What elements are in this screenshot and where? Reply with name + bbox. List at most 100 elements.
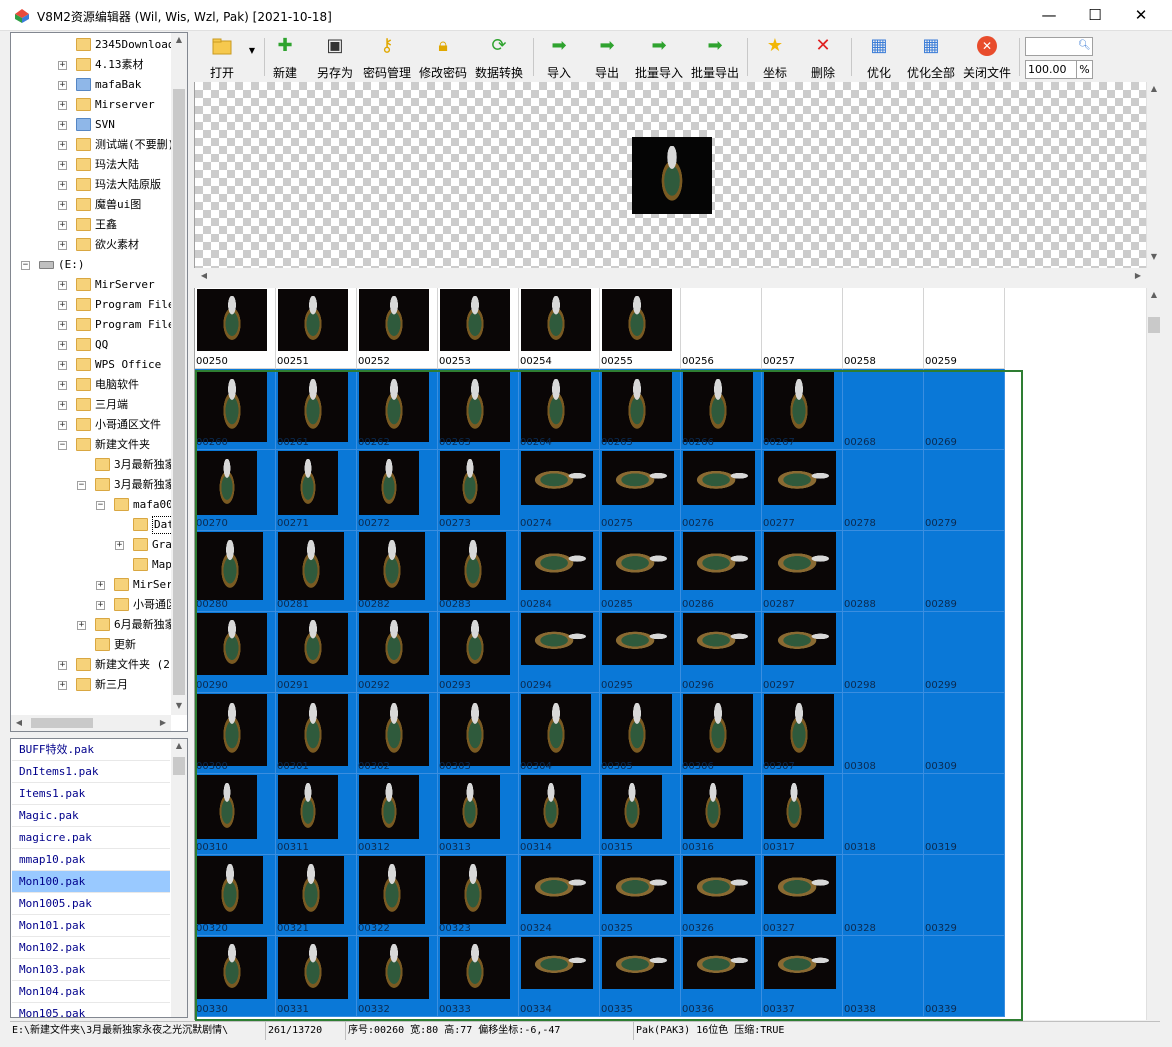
- image-thumbnail-cell[interactable]: 00294: [519, 612, 600, 693]
- minimize-button[interactable]: —: [1026, 0, 1072, 31]
- password-manage-button[interactable]: ⚷ 密码管理: [361, 32, 413, 81]
- image-thumbnail-cell[interactable]: 00284: [519, 531, 600, 612]
- tree-item[interactable]: 更新: [11, 635, 171, 655]
- image-thumbnail-cell[interactable]: 00313: [438, 774, 519, 855]
- expand-icon[interactable]: +: [58, 121, 67, 130]
- image-grid[interactable]: 00250 00251 00252 00253 00254 00255 00256 00257…: [194, 288, 1146, 1020]
- image-thumbnail-cell[interactable]: 00298: [843, 612, 924, 693]
- tree-item[interactable]: + 小哥通区文件: [11, 415, 171, 435]
- tree-item[interactable]: − 3月最新独家永: [11, 475, 171, 495]
- new-button[interactable]: ✚ 新建: [268, 32, 302, 81]
- tree-item[interactable]: + SVN: [11, 115, 171, 135]
- image-thumbnail-cell[interactable]: 00295: [600, 612, 681, 693]
- file-list-item[interactable]: Items1.pak: [12, 783, 170, 805]
- expand-icon[interactable]: +: [96, 581, 105, 590]
- tree-item[interactable]: + 魔兽ui图: [11, 195, 171, 215]
- data-convert-button[interactable]: ⟳ 数据转换: [473, 32, 525, 81]
- coordinates-button[interactable]: ★ 坐标: [760, 32, 790, 81]
- collapse-icon[interactable]: −: [96, 501, 105, 510]
- tree-vertical-scrollbar[interactable]: ▲ ▼: [171, 33, 187, 715]
- expand-icon[interactable]: +: [58, 421, 67, 430]
- expand-icon[interactable]: +: [58, 681, 67, 690]
- image-thumbnail-cell[interactable]: 00334: [519, 936, 600, 1017]
- scroll-up-icon[interactable]: ▲: [171, 741, 187, 750]
- image-thumbnail-cell[interactable]: 00281: [276, 531, 357, 612]
- file-list-item[interactable]: Mon102.pak: [12, 937, 170, 959]
- image-thumbnail-cell[interactable]: 00296: [681, 612, 762, 693]
- file-list-item[interactable]: DnItems1.pak: [12, 761, 170, 783]
- file-list-item[interactable]: Mon100.pak: [12, 871, 170, 893]
- tree-item[interactable]: +6月最新独家暗: [11, 615, 171, 635]
- delete-button[interactable]: ✕ 删除: [808, 32, 838, 81]
- image-thumbnail-cell[interactable]: 00289: [924, 531, 1005, 612]
- image-thumbnail-cell[interactable]: 00252: [357, 288, 438, 369]
- expand-icon[interactable]: +: [58, 101, 67, 110]
- tree-item[interactable]: Data: [11, 515, 171, 535]
- image-thumbnail-cell[interactable]: 00309: [924, 693, 1005, 774]
- tree-item[interactable]: + Mirserver: [11, 95, 171, 115]
- tree-item[interactable]: − (E:): [11, 255, 171, 275]
- batch-import-button[interactable]: ➡ 批量导入: [634, 32, 684, 81]
- import-button[interactable]: ➡ 导入: [542, 32, 576, 81]
- image-thumbnail-cell[interactable]: 00304: [519, 693, 600, 774]
- close-window-button[interactable]: ✕: [1118, 0, 1164, 31]
- file-list-item[interactable]: Magic.pak: [12, 805, 170, 827]
- image-thumbnail-cell[interactable]: 00305: [600, 693, 681, 774]
- file-list-item[interactable]: BUFF特效.pak: [12, 739, 170, 761]
- image-thumbnail-cell[interactable]: 00325: [600, 855, 681, 936]
- file-list-scroll-thumb[interactable]: [173, 757, 185, 775]
- expand-icon[interactable]: +: [58, 281, 67, 290]
- save-as-button[interactable]: ▣ 另存为: [314, 32, 356, 81]
- file-list-item[interactable]: Mon103.pak: [12, 959, 170, 981]
- image-thumbnail-cell[interactable]: 00287: [762, 531, 843, 612]
- image-thumbnail-cell[interactable]: 00255: [600, 288, 681, 369]
- image-thumbnail-cell[interactable]: 00258: [843, 288, 924, 369]
- tree-item[interactable]: + QQ: [11, 335, 171, 355]
- tree-item[interactable]: + mafaBak: [11, 75, 171, 95]
- tree-item[interactable]: − mafa003.bs: [11, 495, 171, 515]
- expand-icon[interactable]: +: [58, 81, 67, 90]
- tree-item[interactable]: + 欲火素材: [11, 235, 171, 255]
- tree-item[interactable]: + 电脑软件: [11, 375, 171, 395]
- image-thumbnail-cell[interactable]: 00268: [843, 369, 924, 450]
- image-thumbnail-cell[interactable]: 00288: [843, 531, 924, 612]
- scroll-up-icon[interactable]: ▲: [1146, 290, 1162, 299]
- scroll-up-icon[interactable]: ▲: [171, 35, 187, 44]
- image-thumbnail-cell[interactable]: 00266: [681, 369, 762, 450]
- image-thumbnail-cell[interactable]: 00308: [843, 693, 924, 774]
- scroll-up-icon[interactable]: ▲: [1146, 84, 1162, 93]
- image-thumbnail-cell[interactable]: 00286: [681, 531, 762, 612]
- image-thumbnail-cell[interactable]: 00330: [195, 936, 276, 1017]
- scroll-down-icon[interactable]: ▼: [171, 701, 187, 710]
- expand-icon[interactable]: +: [58, 661, 67, 670]
- image-thumbnail-cell[interactable]: 00276: [681, 450, 762, 531]
- image-thumbnail-cell[interactable]: 00337: [762, 936, 843, 1017]
- image-thumbnail-cell[interactable]: 00273: [438, 450, 519, 531]
- scroll-right-icon[interactable]: ▶: [155, 718, 171, 727]
- image-thumbnail-cell[interactable]: 00271: [276, 450, 357, 531]
- tree-item[interactable]: + 新建文件夹 (2): [11, 655, 171, 675]
- image-thumbnail-cell[interactable]: 00251: [276, 288, 357, 369]
- image-thumbnail-cell[interactable]: 00301: [276, 693, 357, 774]
- grid-vertical-scrollbar[interactable]: ▲: [1146, 288, 1160, 1020]
- close-file-button[interactable]: ✕ 关闭文件: [962, 32, 1012, 80]
- image-thumbnail-cell[interactable]: 00323: [438, 855, 519, 936]
- expand-icon[interactable]: +: [96, 601, 105, 610]
- image-thumbnail-cell[interactable]: 00310: [195, 774, 276, 855]
- export-button[interactable]: ➡ 导出: [590, 32, 624, 81]
- file-list-item[interactable]: Mon104.pak: [12, 981, 170, 1003]
- image-thumbnail-cell[interactable]: 00324: [519, 855, 600, 936]
- image-thumbnail-cell[interactable]: 00332: [357, 936, 438, 1017]
- image-thumbnail-cell[interactable]: 00318: [843, 774, 924, 855]
- tree-item[interactable]: + 三月端: [11, 395, 171, 415]
- image-thumbnail-cell[interactable]: 00282: [357, 531, 438, 612]
- tree-item[interactable]: + MirServer: [11, 575, 171, 595]
- tree-item[interactable]: + MirServer: [11, 275, 171, 295]
- tree-item[interactable]: + 新三月: [11, 675, 171, 695]
- batch-export-button[interactable]: ➡ 批量导出: [690, 32, 740, 81]
- image-thumbnail-cell[interactable]: 00329: [924, 855, 1005, 936]
- image-thumbnail-cell[interactable]: 00335: [600, 936, 681, 1017]
- image-thumbnail-cell[interactable]: 00264: [519, 369, 600, 450]
- preview-vertical-scrollbar[interactable]: ▲ ▼: [1146, 82, 1160, 268]
- image-thumbnail-cell[interactable]: 00302: [357, 693, 438, 774]
